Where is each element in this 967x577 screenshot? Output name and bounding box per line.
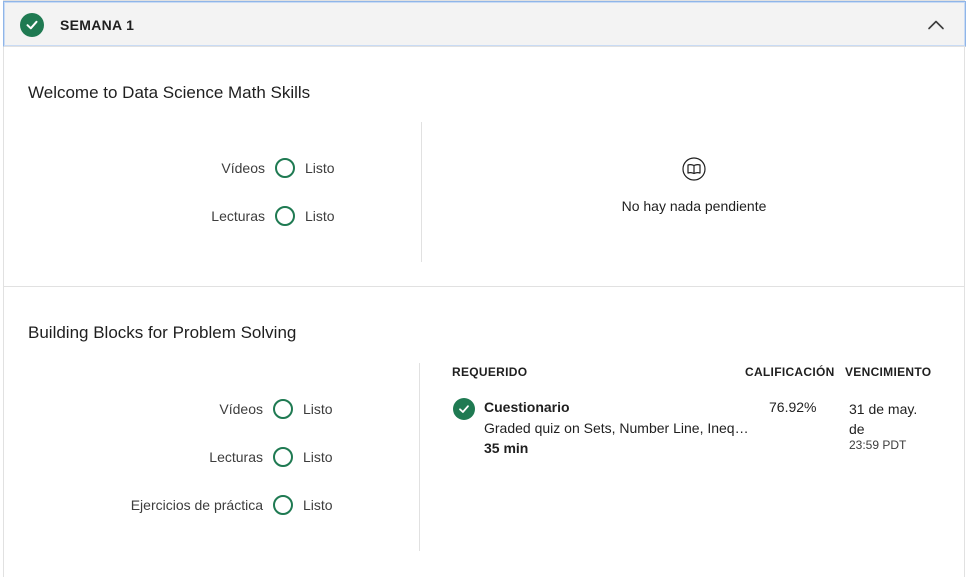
progress-videos: Vídeos Listo	[65, 158, 335, 178]
progress-label: Vídeos	[219, 401, 263, 417]
week-title: SEMANA 1	[60, 17, 135, 33]
module-title: Welcome to Data Science Math Skills	[28, 83, 311, 102]
progress-ring-icon[interactable]	[273, 495, 293, 515]
empty-state: No hay nada pendiente	[424, 157, 964, 214]
progress-status: Listo	[305, 208, 335, 224]
progress-status: Listo	[305, 160, 335, 176]
task-complete-check-icon[interactable]	[453, 398, 475, 420]
task-due-time: 23:59 PDT	[849, 438, 907, 452]
week-header[interactable]: SEMANA 1	[3, 1, 966, 47]
progress-ring-icon[interactable]	[275, 206, 295, 226]
progress-practice: Ejercicios de práctica Listo	[63, 495, 333, 515]
module-title: Building Blocks for Problem Solving	[28, 323, 297, 342]
book-icon	[682, 157, 706, 181]
column-header-required: REQUERIDO	[452, 365, 528, 379]
column-divider	[419, 363, 420, 551]
progress-ring-icon[interactable]	[273, 399, 293, 419]
task-grade: 76.92%	[769, 399, 817, 415]
column-header-due: VENCIMIENTO	[845, 365, 932, 379]
progress-ring-icon[interactable]	[275, 158, 295, 178]
progress-status: Listo	[303, 497, 333, 513]
column-header-grade: CALIFICACIÓN	[745, 365, 835, 379]
module-welcome: Welcome to Data Science Math Skills Víde…	[4, 47, 964, 287]
progress-videos: Vídeos Listo	[63, 399, 333, 419]
week-complete-check-icon	[20, 13, 44, 37]
progress-label: Vídeos	[221, 160, 265, 176]
chevron-up-icon[interactable]	[927, 16, 945, 34]
column-divider	[421, 122, 422, 262]
progress-readings: Lecturas Listo	[65, 206, 335, 226]
progress-label: Lecturas	[211, 208, 265, 224]
progress-ring-icon[interactable]	[273, 447, 293, 467]
progress-label: Ejercicios de práctica	[130, 497, 263, 513]
progress-status: Listo	[303, 449, 333, 465]
task-type-link[interactable]: Cuestionario	[484, 399, 570, 415]
task-description[interactable]: Graded quiz on Sets, Number Line, Inequa…	[484, 420, 754, 436]
empty-state-text: No hay nada pendiente	[621, 198, 767, 214]
week-panel: SEMANA 1 Welcome to Data Science Math Sk…	[3, 0, 966, 577]
progress-readings: Lecturas Listo	[63, 447, 333, 467]
progress-status: Listo	[303, 401, 333, 417]
module-building-blocks: Building Blocks for Problem Solving Víde…	[4, 287, 964, 577]
progress-label: Lecturas	[209, 449, 263, 465]
task-duration: 35 min	[484, 440, 529, 456]
task-due-date: 31 de may. de	[849, 401, 918, 437]
